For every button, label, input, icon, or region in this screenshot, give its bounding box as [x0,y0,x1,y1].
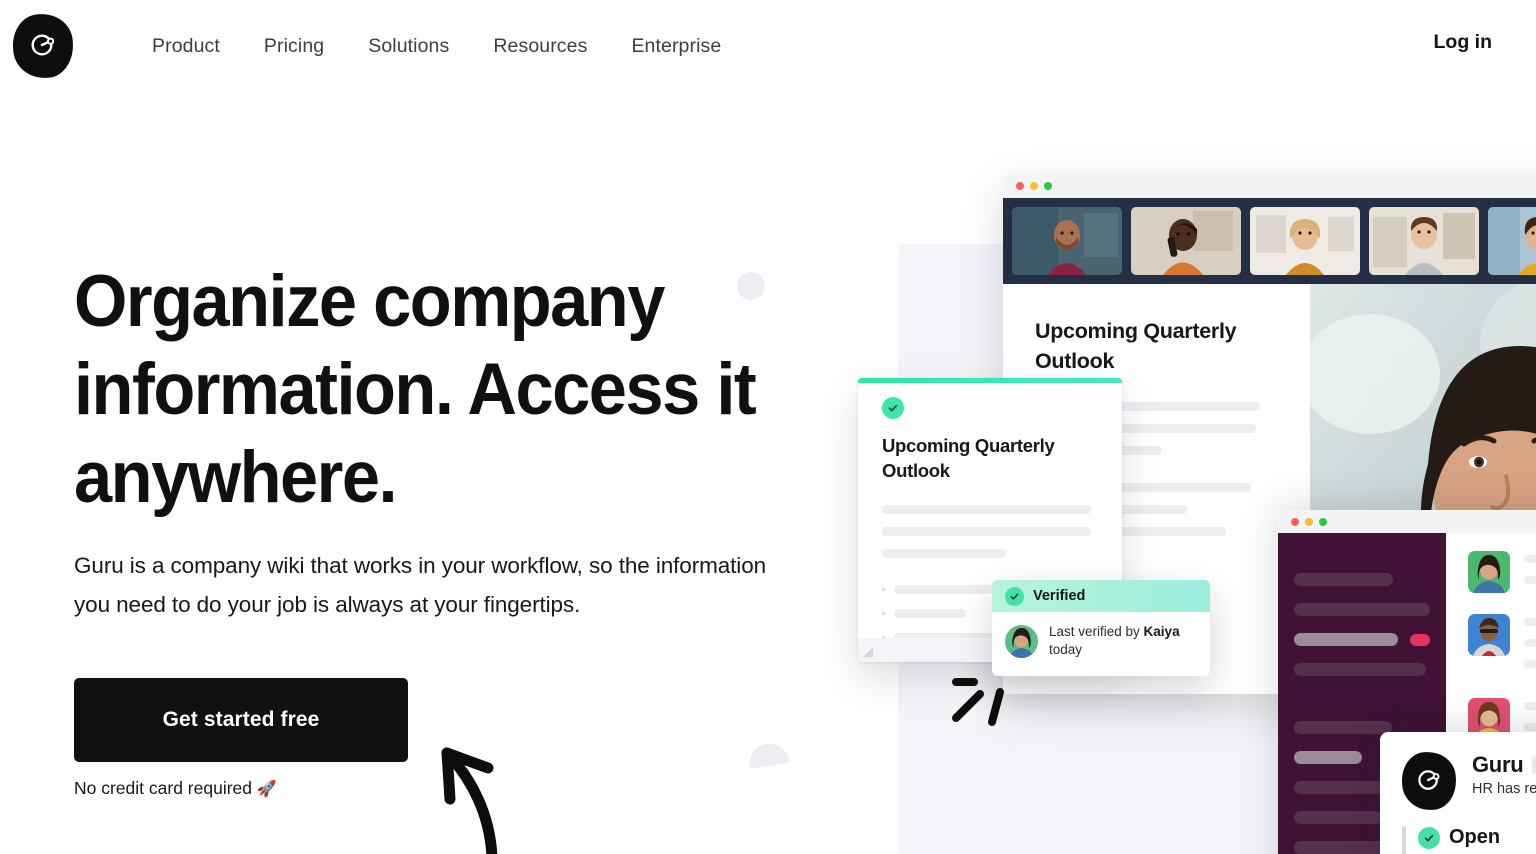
verified-tooltip-header: Verified [992,580,1210,612]
sidebar-skeleton-item[interactable] [1294,663,1426,676]
skeleton-line [1524,723,1536,731]
bullet-dot-icon [882,588,885,591]
open-status-row: Open [1418,826,1536,849]
attachment-accent-bar [1402,826,1406,854]
verified-prefix: Last verified by [1049,624,1144,639]
skeleton-line [882,505,1092,514]
minimize-window-dot[interactable] [1030,181,1038,190]
guru-name-row: Guru APP [1472,752,1536,778]
nav-item-solutions[interactable]: Solutions [346,27,471,66]
hero-subheadline: Guru is a company wiki that works in you… [74,553,767,617]
avatar[interactable] [1468,551,1510,593]
guru-bot-name: Guru [1472,752,1524,777]
open-label: Open [1449,826,1501,848]
skeleton-line [1524,702,1536,710]
sidebar-skeleton-item[interactable] [1294,573,1394,586]
verified-text: Last verified by Kaiya today [1049,623,1180,659]
get-started-free-button[interactable]: Get started free [74,678,408,762]
doc-title-line-1: Upcoming Quarterly [1035,319,1237,343]
nav-item-product[interactable]: Product [130,27,242,66]
headline-line-1: Organize company [74,261,665,342]
close-window-dot[interactable] [1016,181,1024,190]
hand-drawn-arrow-icon [441,747,498,854]
guru-card-text: Guru APP HR has requested [1472,752,1536,810]
guru-logo-icon [10,11,76,81]
verified-check-icon [882,397,904,419]
guru-logo[interactable] [10,11,76,81]
message-item [1468,551,1536,597]
video-call-doc-title: Upcoming Quarterly Outlook [1035,316,1280,376]
app-badge: APP [1532,756,1536,774]
skeleton-line [894,609,966,618]
headline-line-2: information. Access it [74,349,757,430]
message-skeleton [1524,551,1536,597]
page-title: Organize company information. Access it … [74,258,788,522]
close-window-dot[interactable] [1291,517,1299,526]
open-check-icon [1418,826,1440,849]
skeleton-line [1524,639,1536,647]
hero-illustration: Upcoming Quarterly Outlook Upcoming Quar… [830,150,1536,854]
guru-logo-icon [1400,750,1458,812]
skeleton-line [882,527,1092,536]
message-item [1468,614,1536,681]
skeleton-line [1524,660,1536,668]
headline-line-3: anywhere. [74,437,398,518]
verifier-name: Kaiya [1143,624,1180,639]
nav-item-resources[interactable]: Resources [471,27,609,66]
guru-attachment-block: Open View [1402,826,1536,854]
attachment-content: Open View [1418,826,1536,854]
cta-note-text: No credit card required [74,778,252,798]
maximize-window-dot[interactable] [1319,517,1327,526]
verified-check-icon [1005,586,1024,606]
sidebar-skeleton-item-active[interactable] [1294,633,1430,646]
message-skeleton [1524,614,1536,681]
unread-badge [1410,633,1430,646]
sidebar-skeleton-item[interactable] [1294,751,1362,764]
card-title-line-1: Upcoming Quarterly [882,435,1055,456]
sidebar-skeleton-item[interactable] [1294,603,1430,616]
nav-item-pricing[interactable]: Pricing [242,27,346,66]
nav-links: Product Pricing Solutions Resources Ente… [130,27,743,66]
skeleton-line [882,549,1007,558]
video-participants-strip [1003,198,1536,284]
guru-card-header: Guru APP HR has requested [1400,750,1536,812]
sidebar-active-row [1294,633,1399,646]
avatar[interactable] [1468,614,1510,656]
participant-thumbnail[interactable] [1131,207,1241,275]
rocket-icon: 🚀 [256,781,277,798]
skeleton-line [1524,576,1536,584]
sidebar-skeleton-item[interactable] [1294,811,1383,824]
verified-timestamp: today [1049,642,1083,657]
guru-bot-subtitle: HR has requested [1472,781,1536,797]
landing-page: Product Pricing Solutions Resources Ente… [0,0,1536,854]
maximize-window-dot[interactable] [1044,181,1052,190]
participant-thumbnail[interactable] [1250,207,1360,275]
card-title: Upcoming Quarterly Outlook [882,433,1100,483]
top-navigation-bar: Product Pricing Solutions Resources Ente… [0,0,1536,92]
doc-title-line-2: Outlook [1035,349,1115,373]
video-call-window-chrome [1003,174,1536,198]
card-skeleton-paragraph [882,505,1100,558]
verified-label: Verified [1033,588,1086,604]
verifier-avatar [1005,624,1038,658]
decorative-motion-marks-icon [952,678,1004,726]
nav-item-enterprise[interactable]: Enterprise [609,27,743,66]
login-link[interactable]: Log in [1434,31,1492,54]
participant-thumbnail[interactable] [1488,207,1536,275]
verified-tooltip-body: Last verified by Kaiya today [992,612,1210,659]
card-title-line-2: Outlook [882,460,950,481]
skeleton-line [1524,618,1536,626]
participant-thumbnail[interactable] [1369,207,1479,275]
participant-thumbnail[interactable] [1012,207,1122,275]
skeleton-line [1524,555,1536,563]
verified-tooltip-card: Verified Last verified by Kaiya today [992,580,1210,676]
minimize-window-dot[interactable] [1305,517,1313,526]
bullet-dot-icon [882,612,885,615]
slack-window-chrome [1278,510,1536,533]
guru-bot-message-card: Guru APP HR has requested Open [1380,732,1536,854]
resize-handle-icon[interactable] [862,646,874,658]
sidebar-skeleton-item[interactable] [1294,721,1392,734]
